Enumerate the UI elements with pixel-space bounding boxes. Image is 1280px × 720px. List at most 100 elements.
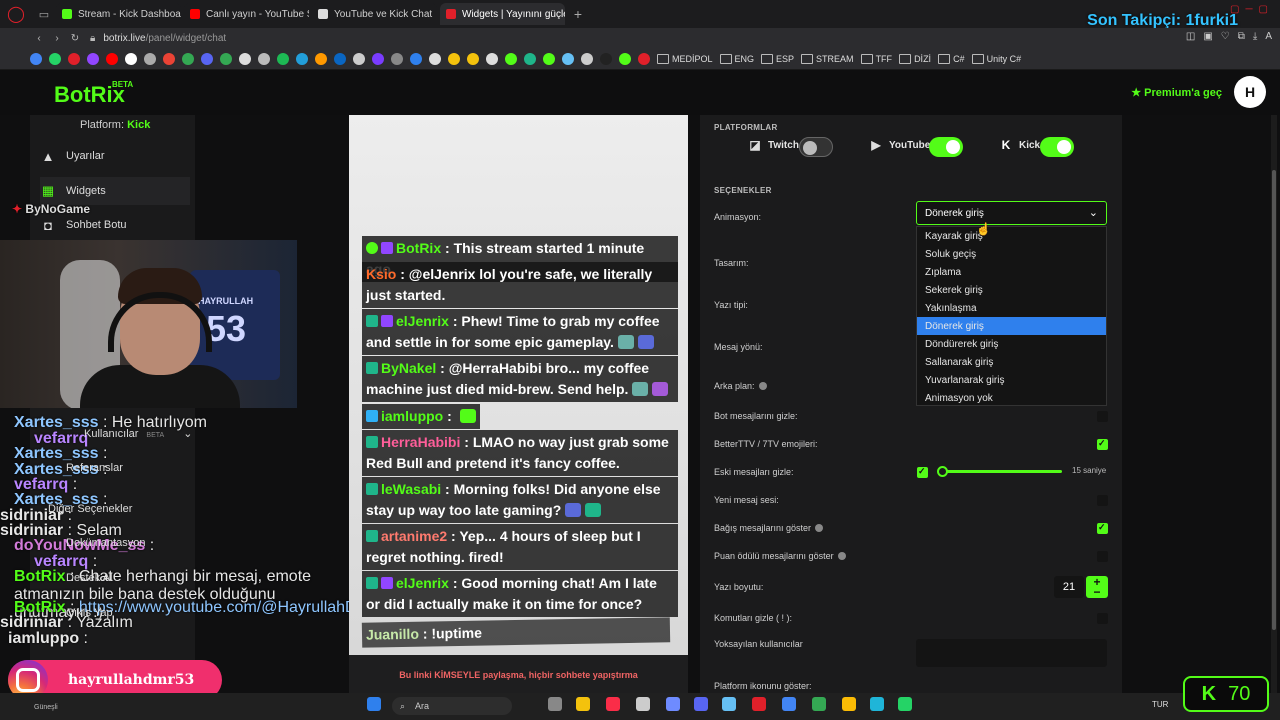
- twitch-toggle[interactable]: [799, 137, 833, 157]
- bookmark-icon[interactable]: [429, 52, 441, 65]
- share-icon[interactable]: ◫: [1186, 31, 1195, 42]
- sidebar-item-users[interactable]: Kullanıcılar BETA ⌄: [84, 427, 192, 440]
- window-controls[interactable]: ▢─▢: [1230, 4, 1274, 15]
- discord-bookmark-icon[interactable]: [201, 52, 213, 65]
- animation-select[interactable]: Dönerek giriş ⌄: [916, 201, 1107, 225]
- google-bookmark-icon[interactable]: [30, 52, 42, 65]
- youtube-bookmark-icon[interactable]: [106, 52, 118, 65]
- github-bookmark-icon[interactable]: [239, 52, 251, 65]
- task-view-icon[interactable]: [548, 697, 562, 711]
- bookmark-icon[interactable]: [581, 52, 593, 65]
- bookmark-icon[interactable]: [543, 52, 555, 65]
- info-icon[interactable]: [758, 382, 767, 390]
- animation-option[interactable]: Soluk geçiş: [917, 245, 1106, 263]
- sidebar-item-widgets[interactable]: ▦ Widgets: [40, 177, 190, 205]
- avatar[interactable]: H: [1234, 76, 1266, 108]
- sidebar-item-support[interactable]: Destek Al: [66, 572, 112, 584]
- bookmark-icon[interactable]: [410, 52, 422, 65]
- bookmark-folder[interactable]: C#: [938, 54, 965, 64]
- bttv-checkbox[interactable]: [1097, 438, 1108, 450]
- weather-widget[interactable]: Güneşli: [34, 704, 58, 711]
- info-icon[interactable]: [837, 552, 846, 560]
- sidebar-item-docs[interactable]: Dokümantasyon: [66, 537, 146, 549]
- bookmark-icon[interactable]: [638, 52, 650, 65]
- whatsapp-icon[interactable]: [898, 697, 912, 711]
- bookmark-icon[interactable]: [144, 52, 156, 65]
- bookmark-icon[interactable]: [448, 52, 460, 65]
- extensions-icon[interactable]: ⧉: [1238, 31, 1245, 42]
- bookmark-icon[interactable]: [619, 52, 631, 65]
- bookmark-icon[interactable]: [353, 52, 365, 65]
- sidebar-item-other-options[interactable]: Diğer Seçenekler: [48, 503, 132, 515]
- app-icon[interactable]: [666, 697, 680, 711]
- bookmark-icon[interactable]: [524, 52, 536, 65]
- reload-icon[interactable]: ↻: [66, 33, 84, 44]
- hide-commands-checkbox[interactable]: [1097, 613, 1108, 624]
- chrome-profile-icon[interactable]: [812, 697, 826, 711]
- steam-icon[interactable]: [722, 697, 736, 711]
- drive-bookmark-icon[interactable]: [182, 52, 194, 65]
- file-explorer-icon[interactable]: [576, 697, 590, 711]
- x-bookmark-icon[interactable]: [125, 52, 137, 65]
- animation-option[interactable]: Animasyon yok: [917, 389, 1106, 407]
- scrollbar-thumb[interactable]: [1272, 170, 1276, 630]
- tab-youtube-kick-chat[interactable]: YouTube ve Kick Chat: [312, 3, 437, 25]
- tab-menu-icon[interactable]: ▭: [32, 0, 56, 28]
- bookmark-folder[interactable]: MEDİPOL: [657, 54, 713, 64]
- bookmark-folder[interactable]: TFF: [861, 54, 893, 64]
- hide-old-slider-handle[interactable]: [937, 466, 948, 477]
- animation-option[interactable]: Sekerek giriş: [917, 281, 1106, 299]
- animation-option[interactable]: Kayarak giriş: [917, 227, 1106, 245]
- sidebar-item-logout[interactable]: Çıkış Yap: [66, 607, 113, 619]
- bookmark-icon[interactable]: [467, 52, 479, 65]
- bookmark-icon[interactable]: [600, 52, 612, 65]
- animation-option[interactable]: Yuvarlanarak giriş: [917, 371, 1106, 389]
- bookmark-folder[interactable]: STREAM: [801, 54, 854, 64]
- kick-bookmark-icon[interactable]: [505, 52, 517, 65]
- opera-logo-icon[interactable]: ◯: [0, 0, 32, 28]
- heart-icon[interactable]: ♡: [1221, 31, 1230, 42]
- ai-icon[interactable]: A: [1265, 31, 1272, 42]
- steam-bookmark-icon[interactable]: [562, 52, 574, 65]
- bookmark-icon[interactable]: [391, 52, 403, 65]
- whatsapp-bookmark-icon[interactable]: [49, 52, 61, 65]
- points-checkbox[interactable]: [1097, 551, 1108, 562]
- bookmark-icon[interactable]: [372, 52, 384, 65]
- maps-bookmark-icon[interactable]: [220, 52, 232, 65]
- twitch-bookmark-icon[interactable]: [87, 52, 99, 65]
- youtube-toggle[interactable]: [929, 137, 963, 157]
- back-icon[interactable]: ‹: [30, 33, 48, 44]
- premium-button[interactable]: ★ Premium'a geç: [1131, 86, 1222, 99]
- taskbar-search[interactable]: ⌕ Ara: [392, 697, 512, 715]
- bookmark-folder[interactable]: ENG: [720, 54, 755, 64]
- linkedin-bookmark-icon[interactable]: [334, 52, 346, 65]
- bookmark-icon[interactable]: [315, 52, 327, 65]
- bookmark-icon[interactable]: [486, 52, 498, 65]
- kick-toggle[interactable]: [1040, 137, 1074, 157]
- info-icon[interactable]: [815, 524, 824, 532]
- telegram-bookmark-icon[interactable]: [296, 52, 308, 65]
- forward-icon[interactable]: ›: [48, 33, 66, 44]
- tab-widgets[interactable]: Widgets | Yayınını güçlendi: [440, 3, 565, 25]
- animation-option[interactable]: Zıplama: [917, 263, 1106, 281]
- new-sound-checkbox[interactable]: [1097, 495, 1108, 506]
- gmail-bookmark-icon[interactable]: [163, 52, 175, 65]
- url-field[interactable]: botrix.live/panel/widget/chat: [103, 33, 226, 44]
- sidebar-item-references[interactable]: Referanslar: [66, 462, 123, 474]
- discord-icon[interactable]: [694, 697, 708, 711]
- animation-option[interactable]: Sallanarak giriş: [917, 353, 1106, 371]
- font-size-input[interactable]: 21: [1054, 576, 1084, 598]
- snapshot-icon[interactable]: ▣: [1203, 31, 1212, 42]
- font-size-stepper[interactable]: + −: [1086, 576, 1108, 598]
- bookmark-folder[interactable]: ESP: [761, 54, 794, 64]
- hide-old-checkbox[interactable]: [917, 466, 928, 478]
- animation-option-selected[interactable]: Dönerek giriş: [917, 317, 1106, 335]
- keyboard-language[interactable]: TUR: [1152, 700, 1168, 709]
- bookmark-folder[interactable]: DİZİ: [899, 54, 931, 64]
- bookmark-icon[interactable]: [258, 52, 270, 65]
- windows-start-icon[interactable]: [367, 697, 381, 711]
- ignored-users-input[interactable]: [916, 639, 1107, 667]
- bookmark-folder[interactable]: Unity C#: [972, 54, 1022, 64]
- donations-checkbox[interactable]: [1097, 522, 1108, 534]
- chrome-profile-icon[interactable]: [842, 697, 856, 711]
